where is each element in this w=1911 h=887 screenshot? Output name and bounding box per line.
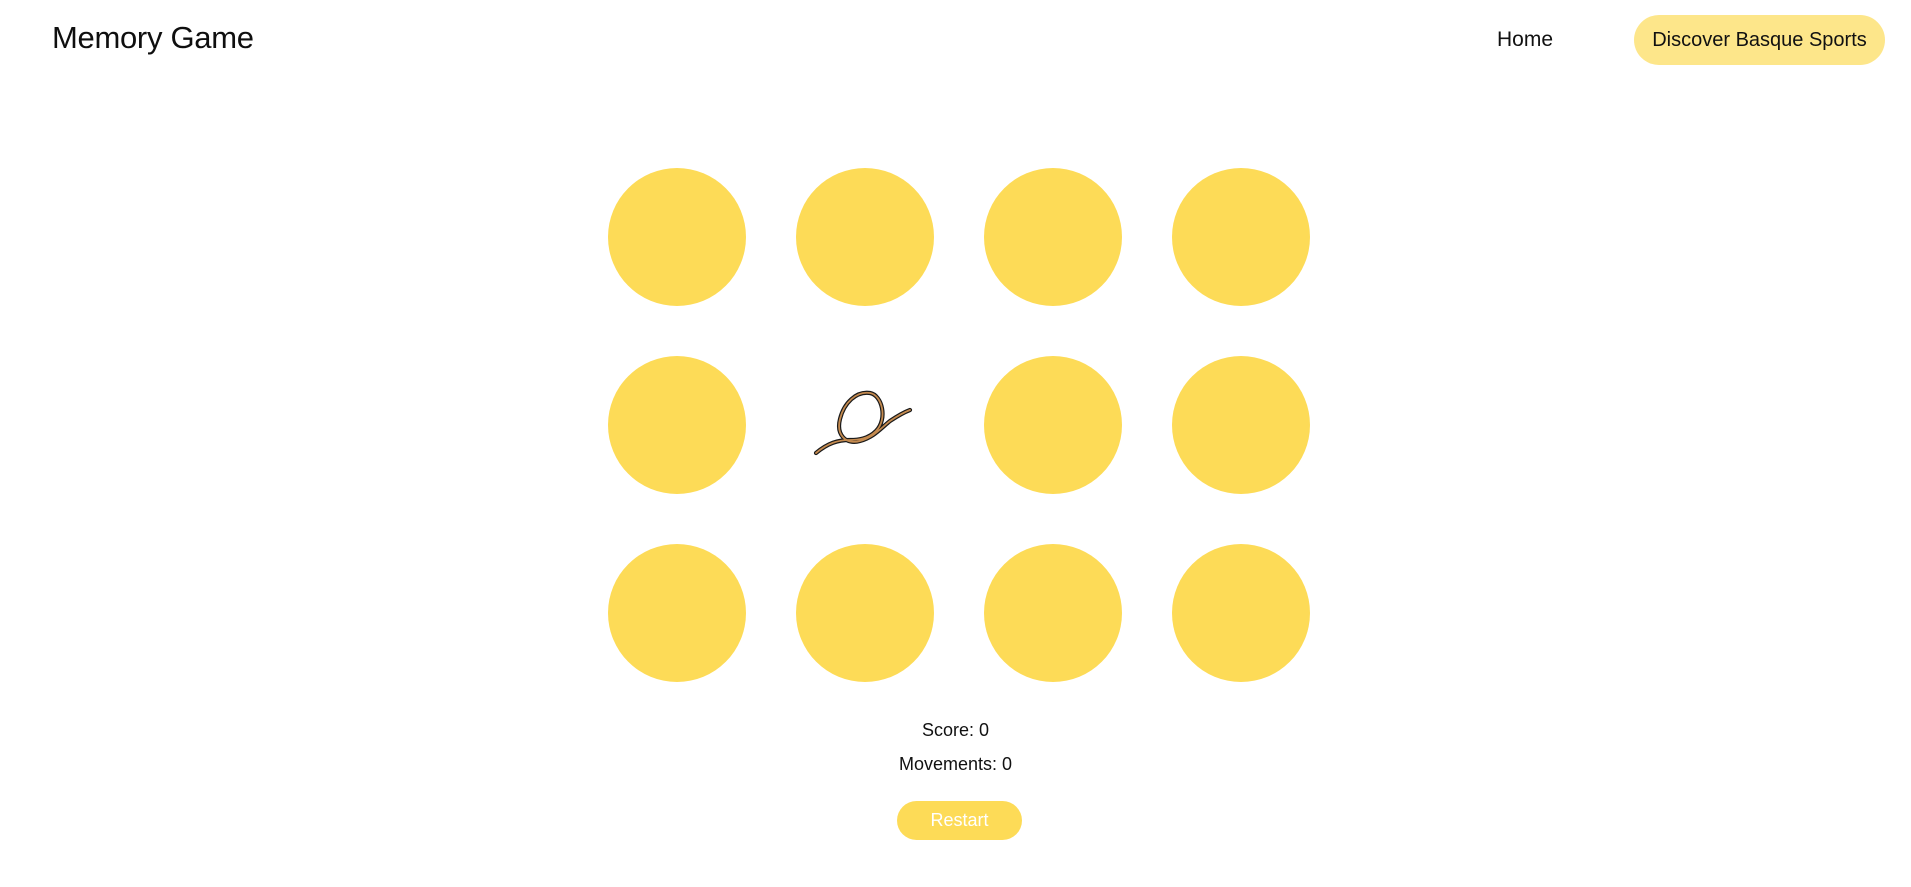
card-9[interactable] — [608, 544, 746, 682]
card-8[interactable] — [1172, 356, 1310, 494]
movements-label: Movements: 0 — [898, 754, 1013, 774]
card-4[interactable] — [1172, 168, 1310, 306]
nav-home-link[interactable]: Home — [1497, 28, 1553, 52]
card-6-revealed[interactable] — [796, 356, 934, 494]
restart-button[interactable]: Restart — [897, 801, 1022, 840]
header-bar: Memory Game Home Discover Basque Sports — [0, 0, 1911, 80]
score-label: Score: 0 — [921, 720, 990, 740]
discover-basque-sports-button[interactable]: Discover Basque Sports — [1634, 15, 1885, 65]
card-1[interactable] — [608, 168, 746, 306]
card-3[interactable] — [984, 168, 1122, 306]
card-10[interactable] — [796, 544, 934, 682]
card-5[interactable] — [608, 356, 746, 494]
card-7[interactable] — [984, 356, 1122, 494]
rope-icon — [813, 390, 913, 456]
card-2[interactable] — [796, 168, 934, 306]
card-grid — [608, 168, 1310, 682]
card-12[interactable] — [1172, 544, 1310, 682]
card-11[interactable] — [984, 544, 1122, 682]
page-title: Memory Game — [52, 20, 254, 55]
